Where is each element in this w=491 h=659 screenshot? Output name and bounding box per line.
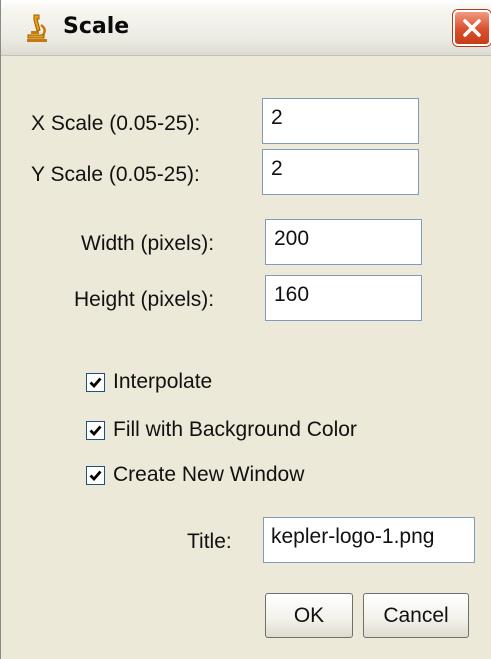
- scale-dialog: Scale X Scale (0.05-25): 2 Y Scale (0.05…: [0, 0, 491, 659]
- title-input[interactable]: kepler-logo-1.png: [263, 517, 475, 563]
- interpolate-label: Interpolate: [113, 370, 213, 393]
- width-input[interactable]: 200: [265, 219, 422, 265]
- y-scale-input[interactable]: 2: [262, 149, 419, 195]
- height-input[interactable]: 160: [265, 275, 422, 321]
- fill-background-label: Fill with Background Color: [113, 418, 357, 441]
- ok-button[interactable]: OK: [265, 593, 353, 638]
- dialog-title: Scale: [63, 14, 130, 39]
- title-label: Title:: [187, 530, 232, 553]
- title-bar[interactable]: Scale: [1, 0, 491, 56]
- cancel-button[interactable]: Cancel: [363, 593, 469, 638]
- interpolate-checkbox[interactable]: [86, 373, 105, 392]
- width-label: Width (pixels):: [81, 232, 215, 255]
- create-window-checkbox[interactable]: [86, 466, 105, 485]
- microscope-icon: [25, 13, 49, 43]
- x-scale-input[interactable]: 2: [262, 98, 419, 144]
- create-window-label: Create New Window: [113, 463, 305, 486]
- close-button[interactable]: [453, 10, 491, 46]
- y-scale-label: Y Scale (0.05-25):: [31, 163, 200, 186]
- height-label: Height (pixels):: [74, 288, 215, 311]
- fill-background-checkbox[interactable]: [86, 421, 105, 440]
- x-scale-label: X Scale (0.05-25):: [31, 112, 201, 135]
